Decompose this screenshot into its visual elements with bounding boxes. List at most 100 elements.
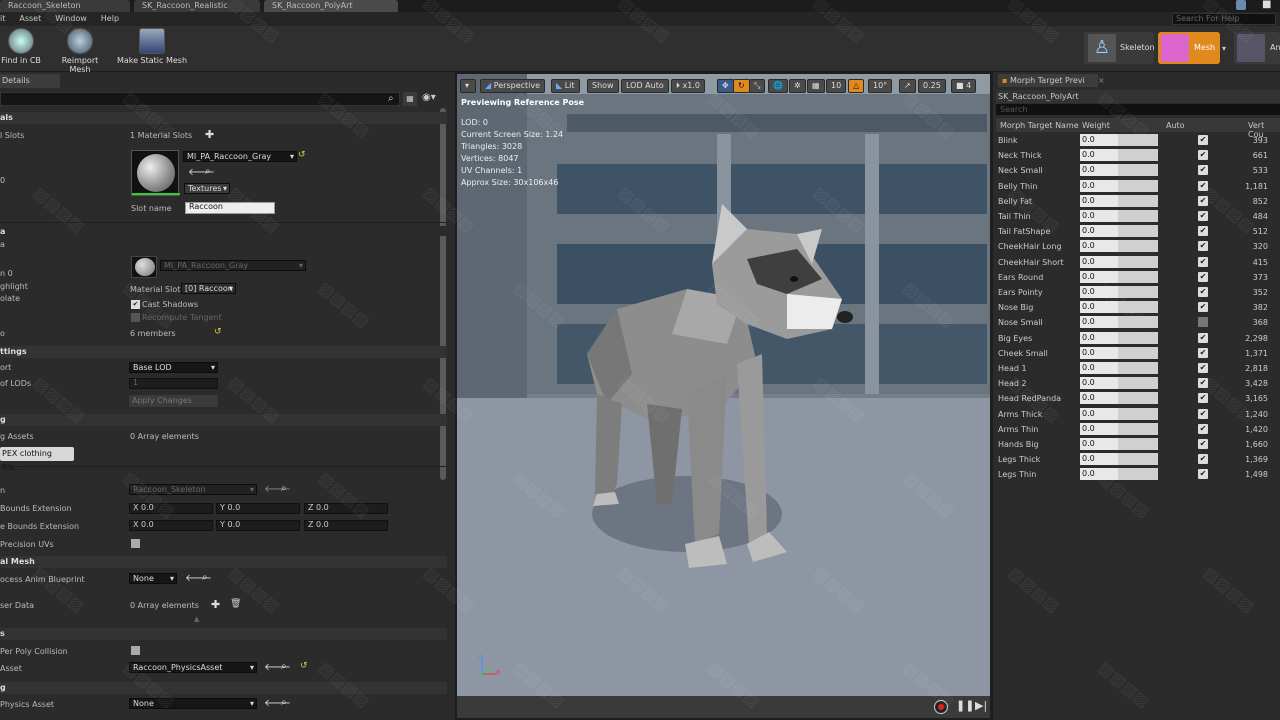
morph-row[interactable]: Nose Big 0.0 ✔ 382: [996, 300, 1280, 315]
search-help-input[interactable]: Search For Help: [1172, 13, 1276, 25]
morph-auto-checkbox[interactable]: ✔: [1198, 469, 1208, 480]
translate-tool-icon[interactable]: ✥: [717, 79, 734, 93]
perspective-button[interactable]: ◢ Perspective: [480, 79, 546, 93]
details-search-input[interactable]: [0, 92, 400, 106]
rotation-snap-icon[interactable]: △: [848, 79, 865, 93]
morph-weight-input[interactable]: 0.0: [1080, 453, 1158, 466]
browse-icon[interactable]: ⌕: [281, 697, 287, 708]
step-forward-icon[interactable]: ▶|: [975, 699, 987, 712]
use-selected-arrow-icon[interactable]: 🡐: [264, 661, 291, 673]
morph-auto-checkbox[interactable]: ✔: [1198, 287, 1208, 297]
morph-auto-checkbox[interactable]: ✔: [1198, 302, 1208, 313]
rotation-snap-value[interactable]: 10°: [868, 79, 893, 93]
browse-icon[interactable]: ⌕: [281, 661, 287, 672]
scale-snap-icon[interactable]: ↗: [899, 79, 916, 93]
morph-weight-input[interactable]: 0.0: [1080, 134, 1158, 146]
material-thumbnail[interactable]: [131, 150, 180, 196]
morph-weight-input[interactable]: 0.0: [1080, 210, 1158, 222]
morph-weight-input[interactable]: 0.0: [1080, 286, 1158, 298]
morph-row[interactable]: CheekHair Short 0.0 ✔ 415: [996, 255, 1280, 270]
morph-auto-checkbox[interactable]: ✔: [1198, 378, 1208, 389]
morph-auto-checkbox[interactable]: ✔: [1198, 165, 1208, 176]
morph-auto-checkbox[interactable]: ✔: [1198, 135, 1208, 145]
num-lods-input[interactable]: 1: [129, 378, 218, 389]
slot-name-input[interactable]: Raccoon: [185, 202, 275, 214]
morph-auto-checkbox[interactable]: ✔: [1198, 226, 1208, 237]
animation-mode-button[interactable]: An: [1234, 32, 1280, 64]
morph-weight-input[interactable]: 0.0: [1080, 179, 1158, 192]
morph-weight-input[interactable]: 0.0: [1080, 164, 1158, 177]
morph-row[interactable]: Cheek Small 0.0 ✔ 1,371: [996, 346, 1280, 361]
details-tab[interactable]: Details: [0, 74, 60, 88]
morph-auto-checkbox[interactable]: ✔: [1198, 256, 1208, 267]
world-space-icon[interactable]: 🌐: [768, 79, 788, 93]
morph-auto-checkbox[interactable]: [1198, 317, 1208, 328]
view-options-icon[interactable]: ◉▾: [422, 92, 436, 103]
textures-dropdown[interactable]: Textures: [184, 183, 230, 194]
lod-material-thumbnail[interactable]: [131, 256, 157, 278]
material-slot-dropdown[interactable]: [0] Raccoon: [181, 283, 236, 294]
browse-icon[interactable]: ⌕: [281, 483, 287, 494]
apex-clothing-button[interactable]: PEX clothing file...: [0, 447, 74, 472]
morph-row[interactable]: Big Eyes 0.0 ✔ 2,298: [996, 331, 1280, 346]
morph-auto-checkbox[interactable]: ✔: [1198, 363, 1208, 373]
morph-auto-checkbox[interactable]: ✔: [1198, 271, 1208, 282]
morph-auto-checkbox[interactable]: ✔: [1198, 347, 1208, 358]
rotate-tool-icon[interactable]: ↻: [733, 79, 750, 93]
morph-auto-checkbox[interactable]: ✔: [1198, 454, 1208, 465]
morph-auto-checkbox[interactable]: ✔: [1198, 393, 1208, 404]
morph-weight-input[interactable]: 0.0: [1080, 225, 1158, 238]
scale-snap-value[interactable]: 0.25: [918, 79, 946, 93]
morph-weight-input[interactable]: 0.0: [1080, 377, 1158, 390]
use-selected-arrow-icon[interactable]: 🡐: [264, 483, 291, 495]
morph-auto-checkbox[interactable]: ✔: [1198, 180, 1208, 191]
pause-icon[interactable]: ❚❚: [956, 699, 974, 712]
morph-search-input[interactable]: Search: [996, 104, 1280, 115]
shadow-physics-select[interactable]: None: [129, 698, 257, 709]
morph-auto-checkbox[interactable]: ✔: [1198, 332, 1208, 343]
reset-arrow-icon[interactable]: ↺: [298, 150, 306, 160]
camera-speed-button[interactable]: ■ 4: [951, 79, 977, 93]
close-icon[interactable]: ×: [1098, 76, 1105, 85]
material-select[interactable]: MI_PA_Raccoon_Gray: [183, 151, 297, 162]
menu-edit[interactable]: it: [0, 14, 5, 23]
section-material-slots[interactable]: als: [0, 112, 447, 124]
morph-row[interactable]: Legs Thick 0.0 ✔ 1,369: [996, 452, 1280, 467]
morph-row[interactable]: Belly Fat 0.0 ✔ 852: [996, 194, 1280, 209]
morph-row[interactable]: Ears Round 0.0 ✔ 373: [996, 270, 1280, 285]
browse-icon[interactable]: ⌕: [202, 572, 208, 583]
morph-row[interactable]: Arms Thin 0.0 ✔ 1,420: [996, 422, 1280, 437]
lit-button[interactable]: ◣ Lit: [551, 79, 580, 93]
scale-tool-icon[interactable]: ⤡: [749, 79, 766, 93]
morph-row[interactable]: Head 1 0.0 ✔ 2,818: [996, 361, 1280, 376]
morph-row[interactable]: Tail Thin 0.0 ✔ 484: [996, 209, 1280, 224]
morph-row[interactable]: Belly Thin 0.0 ✔ 1,181: [996, 179, 1280, 194]
morph-auto-checkbox[interactable]: ✔: [1198, 241, 1208, 252]
reset-arrow-icon[interactable]: ↺: [214, 327, 222, 337]
morph-auto-checkbox[interactable]: ✔: [1198, 195, 1208, 206]
morph-row[interactable]: Neck Thick 0.0 ✔ 661: [996, 148, 1280, 163]
trash-icon[interactable]: 🗑: [230, 599, 241, 609]
section-physics[interactable]: s: [0, 628, 447, 640]
morph-weight-input[interactable]: 0.0: [1080, 392, 1158, 405]
use-selected-arrow-icon[interactable]: 🡐: [188, 166, 215, 178]
col-header-weight[interactable]: Weight: [1082, 121, 1110, 130]
notification-icon[interactable]: [1236, 0, 1246, 10]
show-button[interactable]: Show: [587, 79, 619, 93]
use-selected-arrow-icon[interactable]: 🡐: [264, 697, 291, 709]
morph-row[interactable]: Blink 0.0 ✔ 393: [996, 133, 1280, 148]
find-in-cb-button[interactable]: Find in CB: [0, 28, 42, 65]
morph-weight-input[interactable]: 0.0: [1080, 149, 1158, 162]
viewport-options-dropdown[interactable]: ▾: [460, 79, 476, 93]
morph-tab[interactable]: ▪ Morph Target Previ: [998, 74, 1098, 87]
morph-weight-input[interactable]: 0.0: [1080, 438, 1158, 450]
make-static-mesh-button[interactable]: Make Static Mesh: [116, 28, 188, 65]
section-skeletal-mesh[interactable]: al Mesh: [0, 556, 447, 568]
per-poly-collision-checkbox[interactable]: [131, 646, 140, 655]
morph-auto-checkbox[interactable]: ✔: [1198, 423, 1208, 434]
menu-help[interactable]: Help: [101, 14, 119, 23]
post-process-dropdown[interactable]: None: [129, 573, 177, 584]
section-lod-settings[interactable]: ttings: [0, 346, 447, 358]
grid-snap-icon[interactable]: ▦: [807, 79, 825, 93]
playback-speed-button[interactable]: ⏵ x1.0: [671, 79, 706, 93]
